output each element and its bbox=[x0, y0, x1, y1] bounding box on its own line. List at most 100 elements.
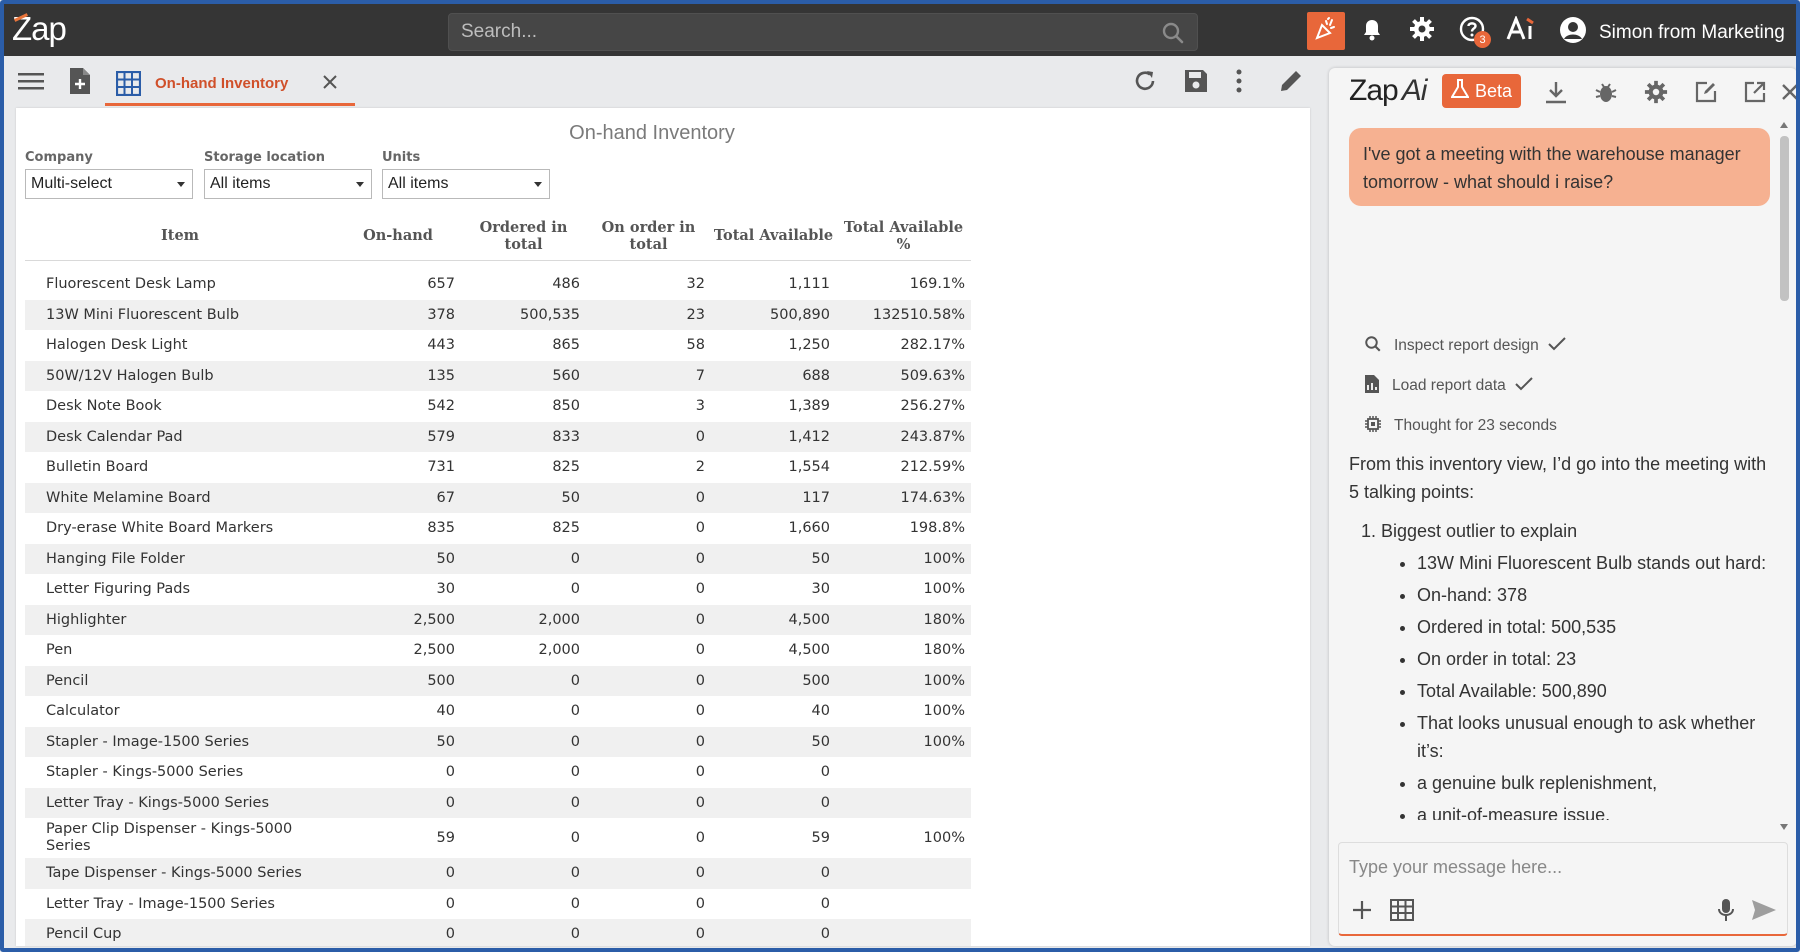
table-row[interactable]: Pencil Cup 0 0 0 0 bbox=[25, 919, 971, 946]
value-cell: 0 bbox=[586, 787, 711, 818]
beta-button[interactable]: Beta bbox=[1442, 74, 1521, 108]
table-row[interactable]: Tape Dispenser - Kings-5000 Series 0 0 0 0 bbox=[25, 858, 971, 889]
table-row[interactable]: Letter Tray - Kings-5000 Series 0 0 0 0 bbox=[25, 787, 971, 818]
table-row[interactable]: Desk Calendar Pad 579 833 0 1,412 243.87% bbox=[25, 421, 971, 452]
table-row[interactable]: Dry-erase White Board Markers 835 825 0 1,66… bbox=[25, 513, 971, 544]
value-cell: 1,554 bbox=[788, 459, 830, 476]
refresh-icon[interactable] bbox=[1132, 68, 1158, 99]
user-avatar-icon bbox=[1559, 16, 1587, 50]
more-options-icon[interactable] bbox=[1234, 68, 1244, 99]
value-cell: 579 bbox=[335, 421, 461, 452]
value-cell: 100% bbox=[923, 581, 965, 598]
column-header[interactable]: On order in total bbox=[586, 212, 711, 261]
table-row[interactable]: Hanging File Folder 50 0 0 50 100% bbox=[25, 543, 971, 574]
table-row[interactable]: Pen 2,500 2,000 0 4,500 180% bbox=[25, 635, 971, 666]
value-cell: 865 bbox=[552, 337, 580, 354]
value-cell: 0 bbox=[586, 919, 711, 946]
scroll-down-icon[interactable] bbox=[1780, 824, 1788, 830]
value-cell: 7 bbox=[586, 360, 711, 391]
notifications-button[interactable] bbox=[1353, 12, 1391, 50]
value-cell: 59 bbox=[811, 829, 830, 846]
table-row[interactable]: Bulletin Board 731 825 2 1,554 212.59% bbox=[25, 452, 971, 483]
table-row[interactable]: Paper Clip Dispenser - Kings-5000 Series… bbox=[25, 818, 971, 858]
storage-location-select[interactable]: All items bbox=[204, 169, 372, 199]
value-cell: 1,250 bbox=[788, 337, 830, 354]
edit-pencil-icon[interactable] bbox=[1278, 68, 1304, 99]
table-row[interactable]: Letter Figuring Pads 30 0 0 30 100% bbox=[25, 574, 971, 605]
value-cell: 132510.58% bbox=[836, 299, 971, 330]
tab-on-hand-inventory[interactable]: On-hand Inventory bbox=[105, 60, 355, 106]
table-row[interactable]: Stapler - Image-1500 Series 50 0 0 50 100% bbox=[25, 726, 971, 757]
column-header[interactable]: Total Available bbox=[711, 212, 836, 261]
value-cell: 500,890 bbox=[711, 299, 836, 330]
value-cell: 50 bbox=[335, 543, 461, 574]
scroll-thumb[interactable] bbox=[1780, 136, 1789, 301]
table-row[interactable]: Pencil 500 0 0 500 100% bbox=[25, 665, 971, 696]
new-chat-icon[interactable] bbox=[1691, 77, 1721, 107]
open-external-icon[interactable] bbox=[1740, 77, 1770, 107]
save-icon[interactable] bbox=[1183, 68, 1209, 99]
table-row[interactable]: Stapler - Kings-5000 Series 0 0 0 0 bbox=[25, 757, 971, 788]
scroll-up-icon[interactable] bbox=[1780, 122, 1788, 128]
chat-scrollbar[interactable] bbox=[1778, 120, 1790, 832]
app-logo[interactable]: Zap bbox=[12, 10, 67, 48]
table-row[interactable]: Fluorescent Desk Lamp 657 486 32 1,111 169.1% bbox=[25, 269, 971, 300]
talking-point-title: Biggest outlier to explain bbox=[1381, 521, 1578, 541]
ai-button[interactable] bbox=[1502, 12, 1540, 50]
whats-new-button[interactable] bbox=[1307, 12, 1345, 50]
filter-company: Company Multi-select bbox=[25, 150, 193, 199]
close-tab-icon[interactable] bbox=[322, 74, 338, 95]
microphone-icon[interactable] bbox=[1711, 895, 1741, 925]
menu-icon[interactable] bbox=[18, 70, 44, 97]
value-cell: 500,535 bbox=[461, 299, 586, 330]
search-icon[interactable] bbox=[1161, 21, 1185, 51]
value-cell: 542 bbox=[427, 398, 455, 415]
help-button[interactable]: 3 bbox=[1453, 12, 1491, 50]
value-cell: 180% bbox=[923, 642, 965, 659]
table-row[interactable]: Desk Note Book 542 850 3 1,389 256.27% bbox=[25, 391, 971, 422]
company-select[interactable]: Multi-select bbox=[25, 169, 193, 199]
settings-button[interactable] bbox=[1403, 12, 1441, 50]
item-cell: 50W/12V Halogen Bulb bbox=[25, 360, 335, 391]
user-menu[interactable]: Simon from Marketing bbox=[1559, 16, 1785, 50]
table-row[interactable]: 13W Mini Fluorescent Bulb 378 500,535 23 500… bbox=[25, 299, 971, 330]
table-row[interactable]: Calculator 40 0 0 40 100% bbox=[25, 696, 971, 727]
table-row[interactable]: Letter Tray - Image-1500 Series 0 0 0 0 bbox=[25, 889, 971, 920]
plus-icon[interactable] bbox=[1347, 895, 1377, 925]
value-cell: 30 bbox=[811, 581, 830, 598]
table-row[interactable]: Halogen Desk Light 443 865 58 1,250 282.17% bbox=[25, 330, 971, 361]
close-panel-icon[interactable] bbox=[1781, 77, 1796, 107]
units-select[interactable]: All items bbox=[382, 169, 550, 199]
message-input[interactable]: Type your message here... bbox=[1338, 842, 1788, 936]
value-cell: 2 bbox=[695, 459, 705, 476]
checkmark-icon bbox=[1515, 376, 1533, 396]
value-cell: 1,111 bbox=[788, 276, 830, 293]
download-icon[interactable] bbox=[1541, 77, 1571, 107]
gear-icon[interactable] bbox=[1641, 77, 1671, 107]
value-cell: 657 bbox=[427, 276, 455, 293]
value-cell: 58 bbox=[686, 337, 705, 354]
value-cell: 50 bbox=[711, 543, 836, 574]
column-header[interactable]: On-hand bbox=[335, 212, 461, 261]
value-cell: 117 bbox=[711, 482, 836, 513]
column-header[interactable]: Item bbox=[25, 212, 335, 261]
global-search-input[interactable]: Search... bbox=[448, 13, 1198, 51]
table-icon[interactable] bbox=[1387, 895, 1417, 925]
column-header[interactable]: Total Available % bbox=[836, 212, 971, 261]
bug-icon[interactable] bbox=[1591, 77, 1621, 107]
party-popper-icon bbox=[1313, 16, 1339, 47]
bullet-item: 13W Mini Fluorescent Bulb stands out har… bbox=[1417, 549, 1769, 577]
filter-label: Storage location bbox=[204, 150, 326, 165]
value-cell: 1,660 bbox=[788, 520, 830, 537]
value-cell: 100% bbox=[836, 726, 971, 757]
value-cell: 135 bbox=[335, 360, 461, 391]
column-header[interactable]: Ordered in total bbox=[461, 212, 586, 261]
value-cell: 198.8% bbox=[909, 520, 965, 537]
item-cell: Paper Clip Dispenser - Kings-5000 Series bbox=[46, 821, 293, 854]
table-row[interactable]: White Melamine Board 67 50 0 117 174.63% bbox=[25, 482, 971, 513]
user-name: Simon from Marketing bbox=[1599, 22, 1785, 43]
send-icon[interactable] bbox=[1749, 895, 1779, 925]
new-document-icon[interactable] bbox=[69, 67, 91, 100]
table-row[interactable]: Highlighter 2,500 2,000 0 4,500 180% bbox=[25, 604, 971, 635]
table-row[interactable]: 50W/12V Halogen Bulb 135 560 7 688 509.63% bbox=[25, 360, 971, 391]
